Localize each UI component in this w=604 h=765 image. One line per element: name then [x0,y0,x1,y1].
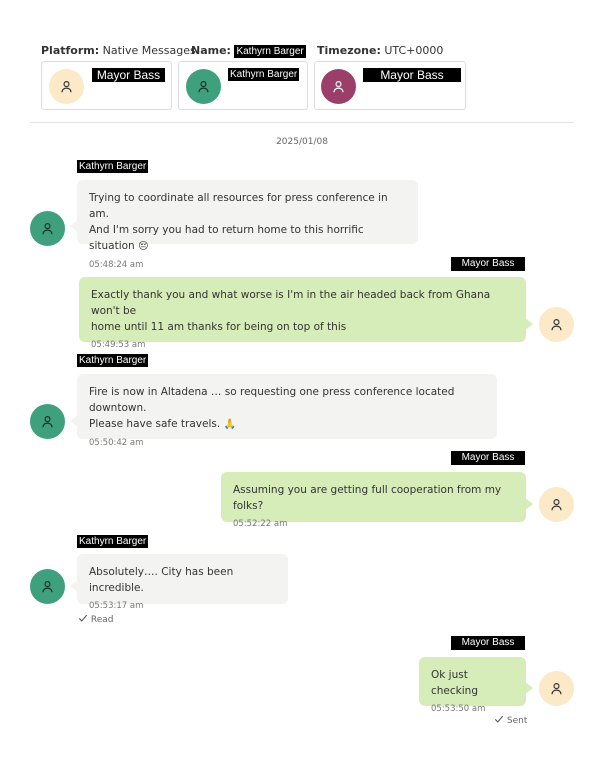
participant-card[interactable]: Mayor Bass [41,61,172,110]
message-bubble[interactable]: Exactly thank you and what worse is I'm … [79,277,533,350]
participant-name: Kathyrn Barger [228,68,300,81]
participant-card[interactable]: Kathyrn Barger [178,61,308,110]
message-text: Ok just checking [431,669,478,697]
sender-name: Mayor Bass [451,636,525,650]
person-icon [61,81,72,93]
message-text: Please have safe travels. [89,418,221,430]
folded-hands-emoji: 🙏 [223,419,236,430]
sender-name: Mayor Bass [451,257,525,271]
person-icon [333,81,344,93]
sender-name: Kathyrn Barger [77,535,149,548]
checkmark-icon [78,614,88,622]
message-text: Assuming you are getting full cooperatio… [233,484,502,512]
sender-name: Mayor Bass [451,451,525,465]
participant-name: Mayor Bass [92,68,165,82]
avatar [49,69,84,104]
message-text: Absolutely…. City has been incredible. [89,566,234,594]
platform-value: Native Messages [102,44,196,57]
participant-name: Mayor Bass [363,68,461,82]
person-icon [551,319,562,331]
message-text: home until 11 am thanks for being on top… [91,321,347,333]
avatar [539,671,574,706]
message-bubble[interactable]: Trying to coordinate all resources for p… [70,180,418,270]
name-label: Name: Kathyrn Barger [191,44,306,58]
sender-name: Kathyrn Barger [77,160,149,173]
person-icon [42,223,53,235]
participant-card[interactable]: Mayor Bass [314,61,466,110]
pensive-emoji: 😔 [138,241,149,252]
message-bubble[interactable]: Absolutely…. City has been incredible. 0… [70,554,288,611]
read-receipt: Read [78,613,114,625]
date-separator: 2025/01/08 [276,137,328,147]
message-bubble[interactable]: Ok just checking 05:53:50 am [419,657,533,714]
avatar [539,307,574,342]
name-value: Kathyrn Barger [234,45,306,58]
timezone-label: Timezone: UTC+0000 [317,44,444,57]
divider [30,122,574,123]
avatar [30,211,65,246]
person-icon [551,683,562,695]
platform-label: Platform: Native Messages [41,44,196,57]
avatar [539,487,574,522]
timezone-value: UTC+0000 [384,44,444,57]
message-bubble[interactable]: Assuming you are getting full cooperatio… [221,472,533,529]
person-icon [198,81,209,93]
message-time: 05:49:53 am [91,340,146,350]
message-time: 05:48:24 am [89,260,144,270]
status-text: Sent [506,716,528,726]
person-icon [551,499,562,511]
person-icon [42,416,53,428]
sender-name: Kathyrn Barger [77,354,149,367]
person-icon [42,581,53,593]
sent-receipt: Sent [494,714,527,726]
message-bubble[interactable]: Fire is now in Altadena … so requesting … [70,374,497,448]
message-time: 05:53:17 am [89,601,144,611]
message-time: 05:50:42 am [89,438,144,448]
message-time: 05:52:22 am [233,519,288,529]
message-text: Exactly thank you and what worse is I'm … [91,289,491,317]
avatar [186,69,221,104]
avatar [321,69,356,104]
message-text: Fire is now in Altadena … so requesting … [89,386,455,414]
avatar [30,404,65,439]
avatar [30,569,65,604]
message-text: And I'm sorry you had to return home to … [89,224,364,252]
checkmark-icon [494,715,504,723]
message-text: Trying to coordinate all resources for p… [89,192,388,220]
status-text: Read [90,615,114,625]
